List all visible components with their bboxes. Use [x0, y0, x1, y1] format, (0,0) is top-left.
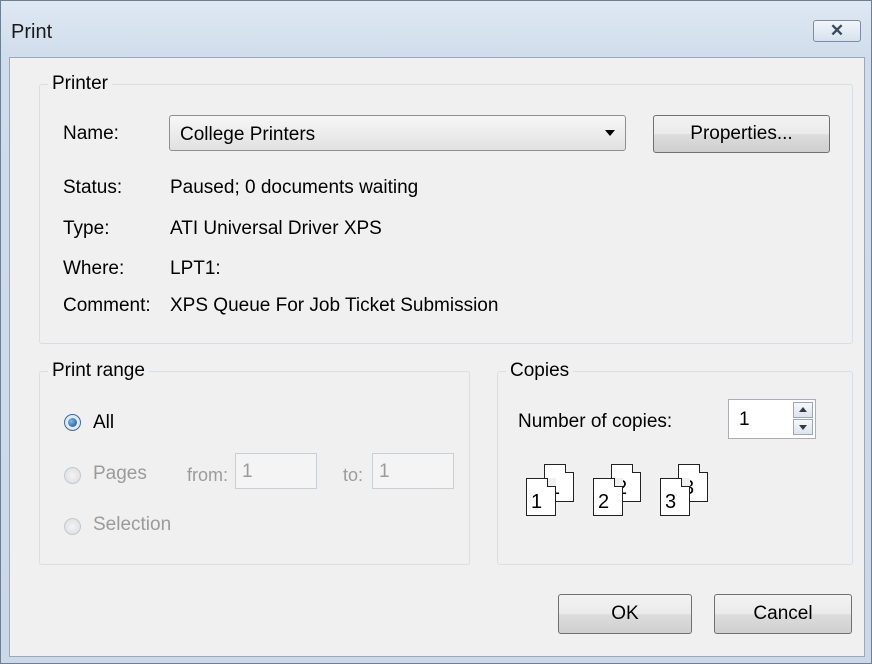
collate-page: 3: [660, 478, 690, 516]
copies-spin: [793, 402, 813, 436]
from-page-value: 1: [242, 461, 253, 482]
radio-selection[interactable]: [64, 518, 81, 535]
spin-up-icon[interactable]: [793, 402, 813, 418]
print-dialog: Print ✕ Printer Name: College Printers P…: [0, 0, 872, 664]
dialog-body: Printer Name: College Printers Propertie…: [9, 57, 865, 657]
close-icon: ✕: [829, 21, 845, 40]
type-label: Type:: [63, 218, 110, 239]
radio-pages[interactable]: [64, 467, 81, 484]
collate-page-number: 1: [531, 491, 543, 513]
from-page-input[interactable]: 1: [235, 453, 317, 489]
to-label: to:: [343, 465, 364, 485]
print-range-legend: Print range: [48, 360, 149, 382]
where-label: Where:: [63, 258, 125, 279]
status-value: Paused; 0 documents waiting: [170, 177, 419, 198]
comment-label: Comment:: [63, 295, 151, 316]
copies-legend: Copies: [506, 360, 574, 382]
status-label: Status:: [63, 177, 123, 198]
cancel-button[interactable]: Cancel: [714, 594, 852, 634]
comment-value: XPS Queue For Job Ticket Submission: [170, 295, 499, 316]
radio-all[interactable]: [64, 414, 81, 431]
properties-button[interactable]: Properties...: [653, 115, 830, 153]
copies-value: 1: [739, 409, 750, 430]
name-label: Name:: [63, 123, 119, 144]
from-label: from:: [187, 465, 229, 485]
printer-legend: Printer: [48, 73, 112, 95]
type-value: ATI Universal Driver XPS: [170, 218, 382, 239]
copies-stepper[interactable]: 1: [728, 399, 816, 439]
where-value: LPT1:: [170, 258, 221, 279]
title-bar: Print ✕: [1, 1, 871, 57]
chevron-down-icon: [605, 130, 615, 136]
to-page-input[interactable]: 1: [372, 453, 454, 489]
radio-pages-label[interactable]: Pages: [93, 463, 147, 485]
spin-down-icon[interactable]: [793, 419, 813, 435]
number-of-copies-label: Number of copies:: [518, 411, 673, 432]
printer-name-value: College Printers: [180, 124, 316, 145]
collate-page-number: 3: [665, 491, 677, 513]
radio-selection-label[interactable]: Selection: [93, 514, 171, 536]
collate-page-number: 2: [598, 491, 610, 513]
collate-page: 2: [593, 478, 623, 516]
to-page-value: 1: [379, 461, 390, 482]
printer-name-select[interactable]: College Printers: [169, 115, 626, 151]
collate-page: 1: [526, 478, 556, 516]
close-button[interactable]: ✕: [813, 20, 861, 42]
dialog-title: Print: [11, 21, 53, 43]
radio-all-label[interactable]: All: [93, 412, 114, 434]
ok-button[interactable]: OK: [558, 594, 692, 634]
